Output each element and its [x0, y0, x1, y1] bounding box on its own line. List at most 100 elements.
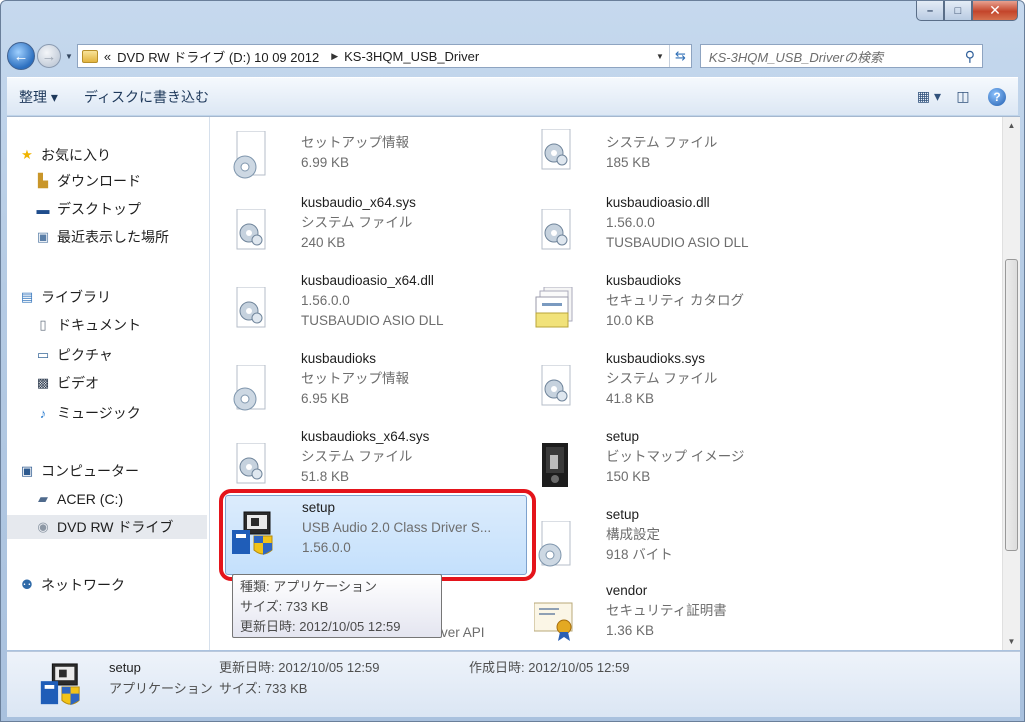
recent-pages-dropdown[interactable]: ▼ — [65, 52, 73, 61]
file-item[interactable]: システム ファイル 185 KB — [516, 117, 816, 195]
back-button[interactable]: ← — [7, 42, 35, 70]
file-item[interactable]: kusbaudio_x64.sys システム ファイル 240 KB — [211, 193, 511, 271]
nav-label: お気に入り — [41, 147, 111, 163]
folder-icon — [81, 49, 98, 63]
help-button[interactable]: ? — [984, 86, 1010, 108]
file-type: 1.56.0.0 — [606, 215, 655, 230]
file-size: 6.95 KB — [301, 391, 350, 406]
details-size: サイズ: 733 KB — [219, 681, 308, 696]
file-item[interactable]: kusbaudioasio.dll 1.56.0.0 TUSBAUDIO ASIO … — [516, 193, 816, 271]
nav-desktop[interactable]: ▬ デスクトップ — [35, 197, 142, 221]
setup-info-icon — [229, 131, 273, 179]
file-size: 51.8 KB — [301, 469, 350, 484]
nav-computer[interactable]: ▣ コンピューター — [19, 459, 139, 483]
libraries-icon: ▤ — [20, 289, 34, 304]
scroll-down-icon[interactable]: ▼ — [1003, 633, 1020, 650]
file-item[interactable]: vendor セキュリティ証明書 1.36 KB — [516, 581, 816, 650]
nav-documents[interactable]: ▯ ドキュメント — [35, 313, 141, 337]
config-settings-icon — [534, 521, 578, 569]
content-area: ★ お気に入り ▙ ダウンロード ▬ デスクトップ ▣ 最近表示した場所 ▤ ライブラリ … — [7, 116, 1020, 650]
file-type: システム ファイル — [301, 449, 413, 464]
nav-downloads[interactable]: ▙ ダウンロード — [35, 169, 141, 193]
certificate-icon — [534, 597, 578, 645]
network-icon: ⚉ — [21, 577, 33, 592]
nav-label: ACER (C:) — [57, 491, 124, 507]
nav-recent-places[interactable]: ▣ 最近表示した場所 — [35, 225, 169, 249]
maximize-button[interactable]: □ — [944, 1, 972, 21]
breadcrumb-arrow-icon[interactable]: ▶ — [331, 51, 338, 62]
minimize-button[interactable]: – — [916, 1, 944, 21]
file-item[interactable]: セットアップ情報 6.99 KB — [211, 117, 511, 195]
tooltip-type: 種類: アプリケーション — [240, 579, 377, 594]
burn-to-disc-button[interactable]: ディスクに書き込む — [84, 87, 209, 107]
file-type: セキュリティ カタログ — [606, 293, 744, 308]
address-overflow[interactable]: « — [104, 49, 111, 64]
search-box[interactable]: KS-3HQM_USB_Driverの検索 ⚲ — [699, 44, 983, 68]
nav-favorites[interactable]: ★ お気に入り — [19, 143, 111, 167]
file-type: システム ファイル — [301, 215, 413, 230]
file-size: 41.8 KB — [606, 391, 655, 406]
tooltip-modified: 更新日時: 2012/10/05 12:59 — [240, 619, 401, 634]
breadcrumb-drive[interactable]: DVD RW ドライブ (D:) 10 09 2012 — [117, 47, 319, 66]
breadcrumb-folder[interactable]: KS-3HQM_USB_Driver — [344, 49, 479, 64]
help-icon: ? — [988, 87, 1006, 106]
file-description-partial: ver API — [441, 625, 485, 640]
nav-music[interactable]: ♪ ミュージック — [35, 401, 141, 425]
vertical-scrollbar[interactable]: ▲ ▼ — [1002, 117, 1020, 650]
star-icon: ★ — [21, 147, 33, 162]
details-modified: 更新日時: 2012/10/05 12:59 — [219, 660, 380, 675]
hard-drive-icon: ▰ — [38, 491, 48, 506]
file-item[interactable]: setup ビットマップ イメージ 150 KB — [516, 427, 816, 505]
view-controls: ▦ ▾ ◫ ? — [908, 86, 1010, 108]
application-icon — [37, 662, 83, 708]
file-name: setup — [606, 507, 640, 522]
preview-pane-icon[interactable]: ◫ — [950, 86, 976, 108]
file-name: kusbaudioasio_x64.dll — [301, 273, 434, 288]
documents-icon: ▯ — [39, 317, 47, 332]
close-button[interactable]: ✕ — [972, 1, 1018, 21]
file-size: 185 KB — [606, 155, 651, 170]
forward-button[interactable]: → — [37, 44, 61, 68]
scroll-up-icon[interactable]: ▲ — [1003, 117, 1020, 134]
nav-pictures[interactable]: ▭ ピクチャ — [35, 343, 113, 367]
search-input[interactable]: KS-3HQM_USB_Driverの検索 — [709, 47, 958, 66]
downloads-folder-icon: ▙ — [38, 173, 48, 188]
change-view-icon[interactable]: ▦ ▾ — [916, 86, 942, 108]
file-type: 構成設定 — [606, 527, 660, 542]
file-item[interactable]: kusbaudioasio_x64.dll 1.56.0.0 TUSBAUDIO A… — [211, 271, 511, 349]
file-item[interactable]: kusbaudioks.sys システム ファイル 41.8 KB — [516, 349, 816, 427]
system-file-icon — [534, 209, 578, 257]
desktop-icon: ▬ — [36, 201, 50, 217]
tooltip-size: サイズ: 733 KB — [240, 599, 329, 614]
file-item[interactable]: kusbaudioks セットアップ情報 6.95 KB — [211, 349, 511, 427]
file-name: vendor — [606, 583, 648, 598]
recent-places-icon: ▣ — [36, 229, 50, 244]
search-icon[interactable]: ⚲ — [958, 48, 982, 65]
scrollbar-thumb[interactable] — [1005, 259, 1018, 551]
nav-dvd-drive[interactable]: ◉ DVD RW ドライブ — [7, 515, 207, 539]
nav-label: ダウンロード — [57, 173, 141, 189]
file-size: 6.99 KB — [301, 155, 350, 170]
nav-videos[interactable]: ▩ ビデオ — [35, 371, 99, 395]
nav-drive-c[interactable]: ▰ ACER (C:) — [35, 487, 123, 511]
file-type: システム ファイル — [606, 371, 718, 386]
file-size: TUSBAUDIO ASIO DLL — [606, 235, 749, 250]
nav-label: ミュージック — [57, 405, 141, 421]
file-item[interactable]: kusbaudioks セキュリティ カタログ 10.0 KB — [516, 271, 816, 349]
file-item[interactable]: setup 構成設定 918 バイト — [516, 505, 816, 583]
title-bar[interactable]: – □ ✕ — [1, 1, 1024, 37]
nav-label: ネットワーク — [41, 577, 125, 593]
file-type: セットアップ情報 — [301, 371, 409, 386]
refresh-icon[interactable]: ⇆ — [668, 45, 691, 67]
organize-button[interactable]: 整理 ▾ — [19, 87, 58, 107]
nav-network[interactable]: ⚉ ネットワーク — [19, 573, 125, 597]
explorer-window: – □ ✕ ← → ▼ « DVD RW ドライブ (D:) 10 09 201… — [0, 0, 1025, 722]
computer-icon: ▣ — [20, 463, 34, 478]
nav-libraries[interactable]: ▤ ライブラリ — [19, 285, 111, 309]
file-size: 10.0 KB — [606, 313, 655, 328]
caption-buttons: – □ ✕ — [916, 1, 1018, 21]
nav-label: コンピューター — [41, 463, 139, 479]
details-pane: setup アプリケーション 更新日時: 2012/10/05 12:59 作成… — [7, 651, 1020, 717]
address-bar[interactable]: « DVD RW ドライブ (D:) 10 09 2012 ▶ KS-3HQM_… — [76, 44, 692, 68]
address-dropdown-icon[interactable]: ▼ — [651, 52, 669, 61]
